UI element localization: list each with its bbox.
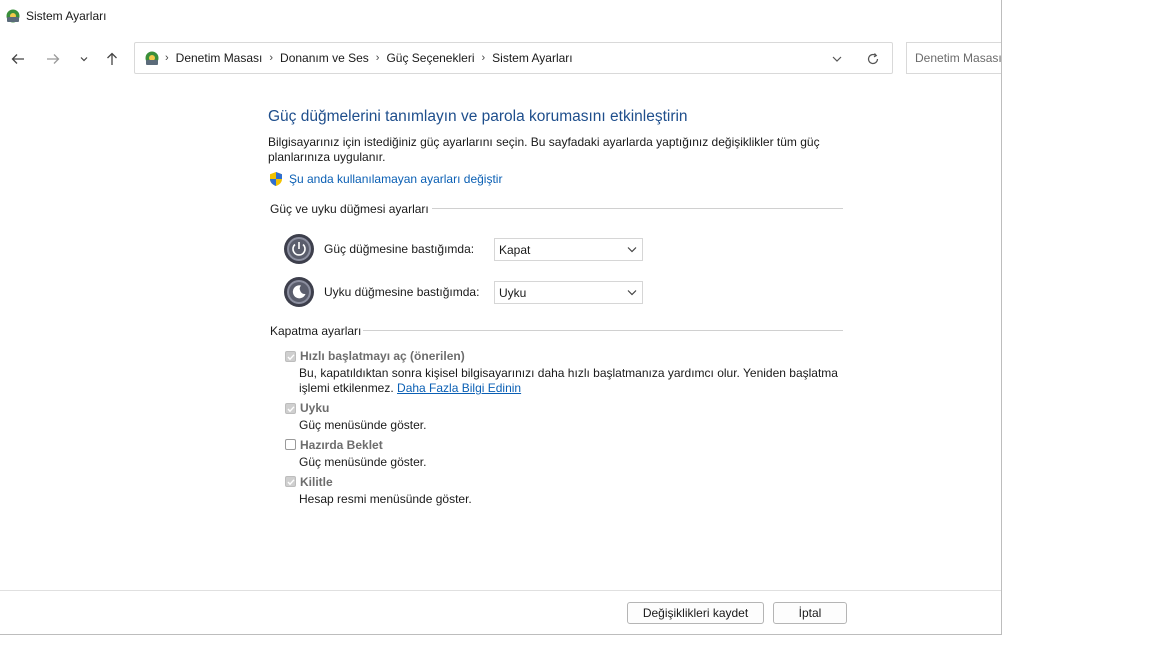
lock-option-description: Hesap resmi menüsünde göster. xyxy=(299,492,472,506)
refresh-icon[interactable] xyxy=(864,50,882,68)
back-button[interactable] xyxy=(7,48,29,70)
change-unavailable-settings-link[interactable]: Şu anda kullanılamayan ayarları değiştir xyxy=(268,171,502,187)
checkmark-icon xyxy=(287,406,295,413)
power-button-action-value: Kapat xyxy=(499,243,531,257)
chevron-down-icon xyxy=(627,290,637,296)
breadcrumb-hardware-sound[interactable]: Donanım ve Ses xyxy=(280,51,376,65)
footer-divider xyxy=(0,590,1001,591)
sleep-button-label: Uyku düğmesine bastığımda: xyxy=(324,285,480,299)
section-divider xyxy=(363,330,843,331)
address-dropdown-icon[interactable] xyxy=(828,50,846,68)
sleep-button-action-select[interactable]: Uyku xyxy=(494,281,643,304)
hibernate-option-title: Hazırda Beklet xyxy=(300,438,383,452)
hibernate-checkbox[interactable] xyxy=(285,439,296,450)
up-arrow-icon xyxy=(107,52,117,65)
shield-icon xyxy=(270,172,282,186)
breadcrumb-separator[interactable]: › xyxy=(481,52,492,64)
sleep-option-title: Uyku xyxy=(300,401,330,415)
page-description: Bilgisayarınız için istediğiniz güç ayar… xyxy=(268,135,820,164)
control-panel-icon xyxy=(6,9,20,23)
learn-more-link[interactable]: Daha Fazla Bilgi Edinin xyxy=(397,381,521,395)
breadcrumb-power-options[interactable]: Güç Seçenekleri xyxy=(386,51,481,65)
recent-locations-button[interactable] xyxy=(73,48,95,70)
breadcrumb-separator[interactable]: › xyxy=(269,52,280,64)
fast-startup-description: Bu, kapatıldıktan sonra kişisel bilgisay… xyxy=(299,366,839,396)
section-divider xyxy=(432,208,843,209)
shutdown-section-title: Kapatma ayarları xyxy=(270,324,362,338)
system-settings-window: Sistem Ayarları › Denetim Masası › Donan xyxy=(0,0,1002,635)
hibernate-option-description: Güç menüsünde göster. xyxy=(299,455,427,469)
title-bar: Sistem Ayarları xyxy=(0,0,1001,34)
save-changes-button[interactable]: Değişiklikleri kaydet xyxy=(627,602,764,624)
control-panel-icon xyxy=(145,51,159,65)
sleep-button-icon xyxy=(284,277,314,307)
chevron-down-icon xyxy=(627,247,637,253)
forward-arrow-icon xyxy=(47,54,60,64)
checkmark-icon xyxy=(287,354,295,361)
up-button[interactable] xyxy=(101,48,123,70)
breadcrumb-separator[interactable]: › xyxy=(376,52,387,64)
chevron-down-icon xyxy=(80,57,88,62)
power-section-title: Güç ve uyku düğmesi ayarları xyxy=(270,202,429,216)
power-button-icon xyxy=(284,234,314,264)
breadcrumb-separator[interactable]: › xyxy=(165,52,176,64)
back-arrow-icon xyxy=(11,54,24,64)
lock-option-title: Kilitle xyxy=(300,475,333,489)
address-bar[interactable]: › Denetim Masası › Donanım ve Ses › Güç … xyxy=(134,42,893,74)
page-title: Güç düğmelerini tanımlayın ve parola kor… xyxy=(268,108,688,125)
change-unavailable-settings-label[interactable]: Şu anda kullanılamayan ayarları değiştir xyxy=(289,172,502,186)
sleep-checkbox[interactable] xyxy=(285,403,296,414)
window-title: Sistem Ayarları xyxy=(26,9,107,23)
search-box[interactable] xyxy=(906,42,1001,74)
checkmark-icon xyxy=(287,479,295,486)
fast-startup-title: Hızlı başlatmayı aç (önerilen) xyxy=(300,349,465,363)
lock-checkbox[interactable] xyxy=(285,476,296,487)
power-button-action-select[interactable]: Kapat xyxy=(494,238,643,261)
cancel-button[interactable]: İptal xyxy=(773,602,847,624)
breadcrumb: › Denetim Masası › Donanım ve Ses › Güç … xyxy=(165,43,580,73)
sleep-option-description: Güç menüsünde göster. xyxy=(299,418,427,432)
power-button-label: Güç düğmesine bastığımda: xyxy=(324,242,475,256)
fast-startup-checkbox[interactable] xyxy=(285,351,296,362)
forward-button[interactable] xyxy=(42,48,64,70)
breadcrumb-control-panel[interactable]: Denetim Masası xyxy=(176,51,270,65)
sleep-button-action-value: Uyku xyxy=(499,286,527,300)
fast-startup-desc-text: Bu, kapatıldıktan sonra kişisel bilgisay… xyxy=(299,366,838,395)
breadcrumb-system-settings[interactable]: Sistem Ayarları xyxy=(492,51,579,65)
search-input[interactable] xyxy=(915,51,1001,65)
